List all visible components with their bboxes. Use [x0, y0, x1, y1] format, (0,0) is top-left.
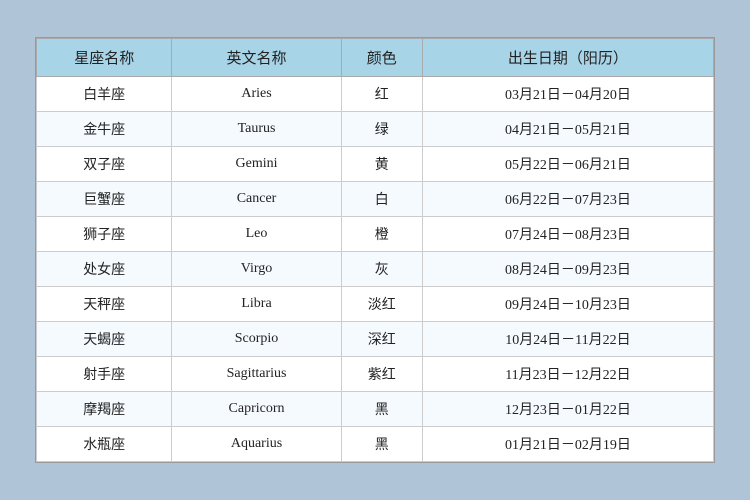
cell-date: 03月21日－04月20日: [422, 77, 713, 112]
cell-zh: 天蝎座: [37, 322, 172, 357]
table-row: 天蝎座Scorpio深红10月24日－11月22日: [37, 322, 714, 357]
cell-date: 12月23日－01月22日: [422, 392, 713, 427]
table-row: 水瓶座Aquarius黑01月21日－02月19日: [37, 427, 714, 462]
cell-date: 07月24日－08月23日: [422, 217, 713, 252]
table-row: 摩羯座Capricorn黑12月23日－01月22日: [37, 392, 714, 427]
cell-zh: 巨蟹座: [37, 182, 172, 217]
cell-color: 红: [341, 77, 422, 112]
zodiac-table: 星座名称 英文名称 颜色 出生日期（阳历） 白羊座Aries红03月21日－04…: [36, 38, 714, 462]
table-row: 天秤座Libra淡红09月24日－10月23日: [37, 287, 714, 322]
cell-color: 绿: [341, 112, 422, 147]
cell-en: Cancer: [172, 182, 341, 217]
cell-zh: 摩羯座: [37, 392, 172, 427]
cell-color: 橙: [341, 217, 422, 252]
cell-zh: 天秤座: [37, 287, 172, 322]
cell-date: 10月24日－11月22日: [422, 322, 713, 357]
table-row: 金牛座Taurus绿04月21日－05月21日: [37, 112, 714, 147]
cell-color: 紫红: [341, 357, 422, 392]
cell-zh: 双子座: [37, 147, 172, 182]
cell-en: Sagittarius: [172, 357, 341, 392]
cell-en: Taurus: [172, 112, 341, 147]
cell-date: 06月22日－07月23日: [422, 182, 713, 217]
cell-date: 09月24日－10月23日: [422, 287, 713, 322]
cell-date: 01月21日－02月19日: [422, 427, 713, 462]
cell-date: 11月23日－12月22日: [422, 357, 713, 392]
cell-zh: 金牛座: [37, 112, 172, 147]
cell-color: 白: [341, 182, 422, 217]
table-row: 白羊座Aries红03月21日－04月20日: [37, 77, 714, 112]
zodiac-table-container: 星座名称 英文名称 颜色 出生日期（阳历） 白羊座Aries红03月21日－04…: [35, 37, 715, 463]
cell-en: Capricorn: [172, 392, 341, 427]
cell-en: Virgo: [172, 252, 341, 287]
cell-en: Gemini: [172, 147, 341, 182]
cell-color: 深红: [341, 322, 422, 357]
cell-color: 黑: [341, 427, 422, 462]
header-en: 英文名称: [172, 39, 341, 77]
cell-en: Aries: [172, 77, 341, 112]
cell-date: 05月22日－06月21日: [422, 147, 713, 182]
table-row: 射手座Sagittarius紫红11月23日－12月22日: [37, 357, 714, 392]
cell-zh: 白羊座: [37, 77, 172, 112]
cell-zh: 水瓶座: [37, 427, 172, 462]
table-row: 双子座Gemini黄05月22日－06月21日: [37, 147, 714, 182]
cell-en: Aquarius: [172, 427, 341, 462]
header-date: 出生日期（阳历）: [422, 39, 713, 77]
table-header-row: 星座名称 英文名称 颜色 出生日期（阳历）: [37, 39, 714, 77]
cell-en: Scorpio: [172, 322, 341, 357]
cell-date: 08月24日－09月23日: [422, 252, 713, 287]
cell-color: 淡红: [341, 287, 422, 322]
table-row: 狮子座Leo橙07月24日－08月23日: [37, 217, 714, 252]
table-row: 处女座Virgo灰08月24日－09月23日: [37, 252, 714, 287]
cell-zh: 处女座: [37, 252, 172, 287]
cell-color: 黄: [341, 147, 422, 182]
cell-zh: 射手座: [37, 357, 172, 392]
cell-color: 灰: [341, 252, 422, 287]
cell-date: 04月21日－05月21日: [422, 112, 713, 147]
header-color: 颜色: [341, 39, 422, 77]
cell-zh: 狮子座: [37, 217, 172, 252]
cell-color: 黑: [341, 392, 422, 427]
table-row: 巨蟹座Cancer白06月22日－07月23日: [37, 182, 714, 217]
header-zh: 星座名称: [37, 39, 172, 77]
cell-en: Leo: [172, 217, 341, 252]
cell-en: Libra: [172, 287, 341, 322]
